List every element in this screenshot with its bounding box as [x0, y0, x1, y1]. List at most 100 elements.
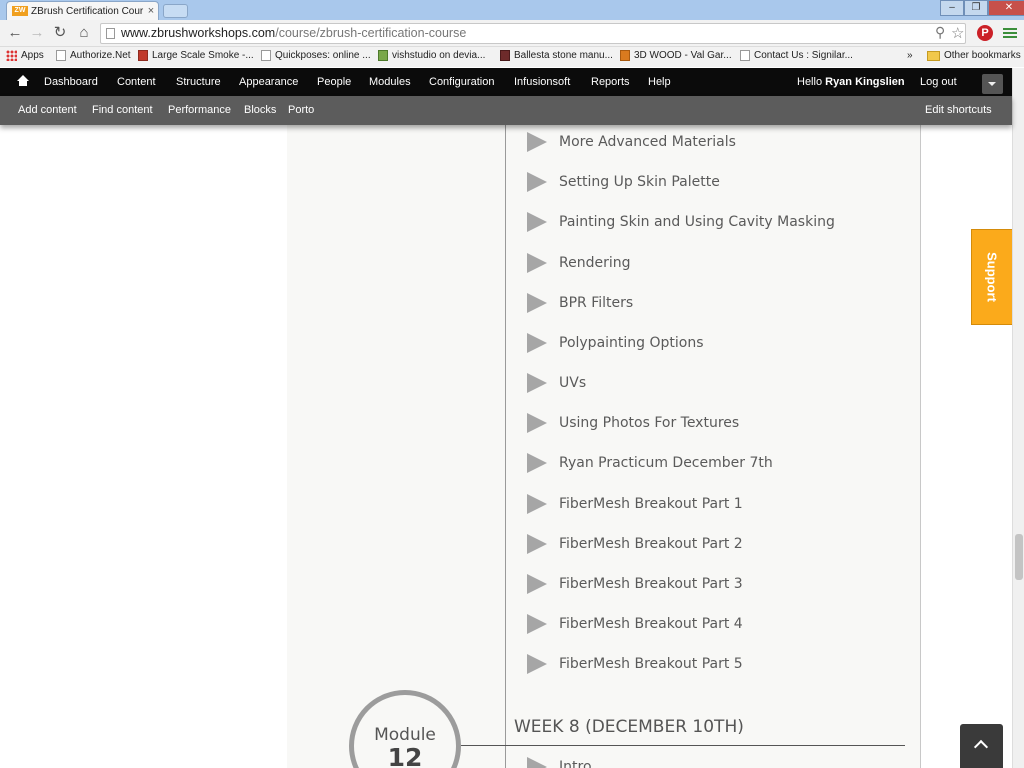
bookmark-authorize-net[interactable]: Authorize.Net: [56, 50, 131, 61]
page-icon: [740, 50, 750, 61]
shortcut-add-content[interactable]: Add content: [18, 104, 77, 116]
image-icon: [138, 50, 148, 61]
chevron-down-icon: [988, 82, 996, 86]
url-path: /course/zbrush-certification-course: [275, 26, 467, 40]
user-name-link[interactable]: Ryan Kingslien: [825, 76, 904, 88]
play-icon: [527, 373, 547, 393]
timeline-line: [505, 125, 506, 768]
bookmarks-bar: Apps Authorize.Net Large Scale Smoke -..…: [0, 47, 1024, 67]
shortcuts-toggle-button[interactable]: [982, 74, 1003, 94]
home-button-icon[interactable]: ⌂: [75, 24, 93, 42]
admin-menu-infusionsoft[interactable]: Infusionsoft: [514, 76, 570, 88]
bookmark-large-scale-smoke[interactable]: Large Scale Smoke -...: [138, 50, 254, 61]
book-icon: [500, 50, 510, 61]
lesson-item[interactable]: FiberMesh Breakout Part 1: [527, 492, 743, 516]
play-icon: [527, 253, 547, 273]
admin-menu-content[interactable]: Content: [117, 76, 156, 88]
play-icon: [527, 212, 547, 232]
page-icon: [261, 50, 271, 61]
page-icon: [56, 50, 66, 61]
play-icon: [527, 574, 547, 594]
lesson-item[interactable]: More Advanced Materials: [527, 130, 736, 154]
back-arrow-icon[interactable]: ←: [6, 24, 24, 42]
lesson-item[interactable]: Ryan Practicum December 7th: [527, 451, 773, 475]
bookmark-quickposes[interactable]: Quickposes: online ...: [261, 50, 371, 61]
module-label: Module: [374, 725, 436, 745]
bookmark-vishstudio[interactable]: vishstudio on devia...: [378, 50, 485, 61]
support-tab-button[interactable]: Support: [971, 229, 1012, 325]
reload-icon[interactable]: ↻: [51, 24, 69, 42]
pinterest-extension-icon[interactable]: P: [977, 25, 993, 41]
admin-menu-configuration[interactable]: Configuration: [429, 76, 494, 88]
new-tab-button[interactable]: [163, 4, 188, 18]
page-scrollbar[interactable]: [1012, 68, 1024, 768]
logout-link[interactable]: Log out: [920, 76, 957, 88]
browser-tab-active[interactable]: ZW ZBrush Certification Cour ×: [6, 1, 159, 20]
tab-close-icon[interactable]: ×: [144, 5, 158, 17]
bookmark-star-icon[interactable]: ☆: [951, 24, 964, 42]
folder-icon: [927, 50, 940, 61]
deviantart-icon: [378, 50, 388, 61]
shield-icon: [620, 50, 630, 61]
restore-icon[interactable]: ❐: [964, 0, 988, 16]
play-icon: [527, 413, 547, 433]
lesson-item[interactable]: Rendering: [527, 251, 631, 275]
lesson-item[interactable]: Polypainting Options: [527, 331, 704, 355]
page-info-icon[interactable]: [106, 28, 115, 39]
admin-menu-reports[interactable]: Reports: [591, 76, 630, 88]
shortcut-blocks[interactable]: Blocks: [244, 104, 276, 116]
lesson-item[interactable]: FiberMesh Breakout Part 2: [527, 532, 743, 556]
admin-menu-help[interactable]: Help: [648, 76, 671, 88]
forward-arrow-icon[interactable]: →: [28, 24, 46, 42]
lesson-item[interactable]: Intro: [527, 755, 592, 768]
scroll-to-top-button[interactable]: [960, 724, 1003, 768]
lesson-item[interactable]: Using Photos For Textures: [527, 411, 739, 435]
admin-menu-appearance[interactable]: Appearance: [239, 76, 298, 88]
window-close-icon[interactable]: ✕: [988, 0, 1024, 16]
play-icon: [527, 132, 547, 152]
week-heading: WEEK 8 (DECEMBER 10TH): [514, 717, 744, 737]
chrome-menu-icon[interactable]: [1003, 26, 1017, 40]
bookmarks-overflow-button[interactable]: »: [907, 50, 913, 61]
shortcut-porto[interactable]: Porto: [288, 104, 314, 116]
play-icon: [527, 172, 547, 192]
lesson-item[interactable]: FiberMesh Breakout Part 3: [527, 572, 743, 596]
lesson-item[interactable]: Setting Up Skin Palette: [527, 170, 720, 194]
play-icon: [527, 333, 547, 353]
minimize-icon[interactable]: –: [940, 0, 964, 16]
window-controls: – ❐ ✕: [940, 0, 1024, 16]
module-number: 12: [387, 743, 423, 768]
play-icon: [527, 654, 547, 674]
browser-tab-strip: ZW ZBrush Certification Cour × – ❐ ✕: [0, 0, 1024, 20]
lesson-item[interactable]: UVs: [527, 371, 586, 395]
play-icon: [527, 494, 547, 514]
edit-shortcuts-link[interactable]: Edit shortcuts: [925, 104, 992, 116]
admin-menu-dashboard[interactable]: Dashboard: [44, 76, 98, 88]
lesson-item[interactable]: BPR Filters: [527, 291, 633, 315]
address-bar[interactable]: www.zbrushworkshops.com/course/zbrush-ce…: [100, 23, 966, 44]
play-icon: [527, 757, 547, 768]
admin-menu-modules[interactable]: Modules: [369, 76, 411, 88]
play-icon: [527, 614, 547, 634]
lesson-item[interactable]: Painting Skin and Using Cavity Masking: [527, 210, 835, 234]
lesson-item[interactable]: FiberMesh Breakout Part 4: [527, 612, 743, 636]
bookmark-apps[interactable]: Apps: [6, 50, 44, 61]
other-bookmarks-folder[interactable]: Other bookmarks: [927, 50, 1021, 61]
bookmark-contact-us[interactable]: Contact Us : Signilar...: [740, 50, 853, 61]
shortcut-find-content[interactable]: Find content: [92, 104, 153, 116]
admin-menu-people[interactable]: People: [317, 76, 351, 88]
bookmark-3d-wood[interactable]: 3D WOOD - Val Gar...: [620, 50, 732, 61]
browser-window: ZW ZBrush Certification Cour × – ❐ ✕ ← →…: [0, 0, 1024, 768]
week-divider: [461, 745, 905, 746]
home-icon[interactable]: [17, 75, 29, 87]
play-icon: [527, 534, 547, 554]
admin-menu-structure[interactable]: Structure: [176, 76, 221, 88]
shortcut-performance[interactable]: Performance: [168, 104, 231, 116]
zoom-search-icon[interactable]: ⚲: [935, 24, 945, 41]
play-icon: [527, 293, 547, 313]
bookmark-ballesta-stone[interactable]: Ballesta stone manu...: [500, 50, 613, 61]
user-greeting: Hello Ryan Kingslien: [797, 76, 905, 88]
scrollbar-thumb[interactable]: [1015, 534, 1023, 580]
lesson-item[interactable]: FiberMesh Breakout Part 5: [527, 652, 743, 676]
shortcuts-bar: Add content Find content Performance Blo…: [0, 96, 1012, 125]
